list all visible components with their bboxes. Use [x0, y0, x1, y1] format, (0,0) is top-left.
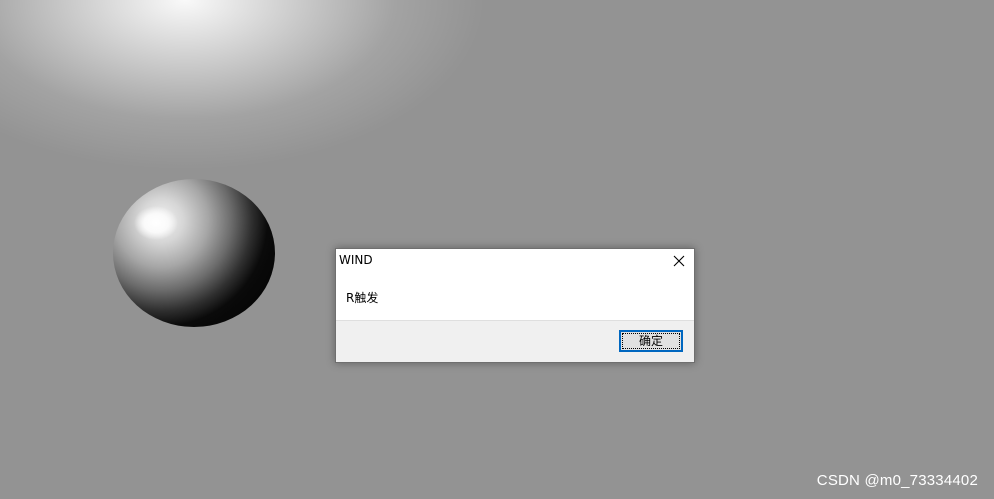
message-box: WIND R触发 确定	[335, 248, 695, 363]
dialog-message: R触发	[346, 291, 379, 305]
shaded-sphere	[113, 179, 275, 327]
close-icon	[673, 255, 685, 267]
ok-button[interactable]: 确定	[619, 330, 683, 352]
dialog-titlebar[interactable]: WIND	[336, 249, 694, 273]
ok-button-label: 确定	[638, 334, 663, 348]
dialog-title: WIND	[339, 253, 373, 267]
dialog-footer: 确定	[336, 320, 694, 362]
watermark: CSDN @m0_73334402	[816, 472, 978, 489]
close-button[interactable]	[664, 249, 694, 273]
